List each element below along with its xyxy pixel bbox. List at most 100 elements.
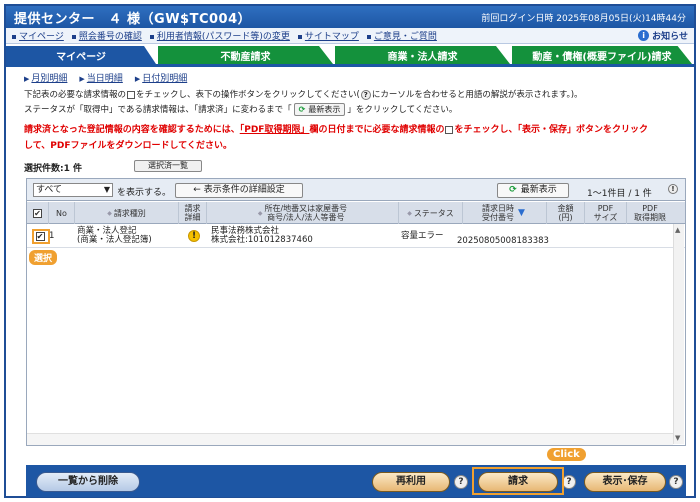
horizontal-scrollbar[interactable] — [27, 433, 673, 445]
request-list-panel: すべて ▼ を表示する。 ← 表示条件の詳細設定 ⟳ 最新表示 1〜1件目 / 1 … — [26, 178, 686, 446]
link-label: マイページ — [19, 32, 64, 42]
instruction-text: にカーソルを合わせると用語の解説が表示されます。)。 — [371, 90, 583, 100]
col-datetime[interactable]: 請求日時 受付番号 ▼ — [463, 202, 547, 224]
col-pdf-deadline: PDF 取得期限 — [634, 204, 666, 222]
link-mypage[interactable]: マイページ — [12, 29, 64, 42]
row-detail[interactable]: ! — [187, 224, 201, 248]
notice-link[interactable]: i お知らせ — [638, 29, 688, 42]
condition-settings-button[interactable]: ← 表示条件の詳細設定 — [175, 183, 303, 198]
info-icon: i — [638, 30, 650, 41]
help-icon[interactable]: ! — [668, 184, 678, 194]
refresh-icon: ⟳ — [509, 185, 517, 195]
link-bar: マイページ 照会番号の確認 利用者情報(パスワード等)の変更 サイトマップ ご意… — [6, 28, 694, 44]
help-icon[interactable]: ? — [454, 475, 468, 489]
row-location: 民事法務株式会社 株式会社:101012837460 — [211, 224, 397, 248]
action-bar: 一覧から削除 再利用 ? 請求 ? 表示･保存 ? — [26, 465, 686, 497]
instruction-text: 下記表の必要な請求情報の — [24, 90, 127, 100]
inline-refresh-label: 最新表示 — [308, 105, 341, 114]
row-pdf-size — [585, 224, 627, 248]
page-info: 1〜1件目 / 1 件 — [587, 189, 652, 199]
tab-commercial[interactable]: 商業・法人請求 — [335, 46, 510, 64]
help-icon: ? — [360, 89, 371, 100]
link-monthly[interactable]: 月別明細 — [24, 71, 67, 84]
row-datetime: 20250805008183383 — [457, 236, 549, 246]
col-amount: 金額 (円) — [547, 202, 585, 224]
checkbox-highlight — [32, 229, 50, 244]
col-pdf-size: PDF サイズ — [585, 202, 627, 224]
app-window: 提供センター ４ 様（GW$TC004） 前回ログイン日時 2025年08月05… — [4, 4, 696, 498]
sub-links: 月別明細 当日明細 日付別明細 — [24, 71, 199, 84]
link-reference-number[interactable]: 照会番号の確認 — [71, 29, 142, 42]
col-type-label: 請求種別 — [113, 208, 146, 218]
tab-mypage[interactable]: マイページ — [6, 46, 156, 64]
sort-desc-icon: ▼ — [518, 207, 525, 218]
bullet-icon — [149, 34, 154, 39]
warning-text: をチェックし、「表示・保存」ボタンをクリック — [454, 125, 648, 135]
col-status[interactable]: ◆ ステータス — [399, 202, 463, 224]
col-location-label: 所在/地番又は家屋番号 商号/法人/法人等番号 — [264, 204, 348, 222]
tab-real-estate[interactable]: 不動産請求 — [158, 46, 333, 64]
filter-suffix: を表示する。 — [117, 188, 172, 198]
col-detail: 請求 詳細 — [179, 202, 207, 224]
select-all-checkbox[interactable]: ✔ — [27, 202, 49, 224]
warning-line-1: 請求済となった登記情報の内容を確認するためには、「PDF取得期限」欄の日付までに… — [24, 122, 648, 135]
delete-from-list-button[interactable]: 一覧から削除 — [36, 472, 140, 492]
row-no: 1 — [49, 230, 55, 241]
bullet-icon — [71, 34, 76, 39]
list-toolbar: すべて ▼ を表示する。 ← 表示条件の詳細設定 ⟳ 最新表示 1〜1件目 / 1 … — [27, 179, 685, 201]
help-icon[interactable]: ? — [562, 475, 576, 489]
link-sitemap[interactable]: サイトマップ — [297, 29, 359, 42]
bullet-icon — [297, 34, 302, 39]
instruction-text: 」をクリックしてください。 — [347, 105, 458, 115]
scroll-down-icon[interactable]: ▼ — [675, 434, 680, 442]
col-datetime-label: 請求日時 受付番号 — [482, 204, 515, 222]
warning-line-2: して、PDFファイルをダウンロードしてください。 — [24, 141, 232, 151]
warning-text: 欄の日付までに必要な請求情報の — [309, 125, 445, 135]
col-no-label: No — [56, 208, 67, 218]
link-by-date[interactable]: 日付別明細 — [135, 71, 187, 84]
refresh-button[interactable]: ⟳ 最新表示 — [497, 183, 569, 198]
link-label: 利用者情報(パスワード等)の変更 — [156, 32, 290, 42]
bullet-icon — [366, 34, 371, 39]
table-header: ✔ No ◆ 請求種別 請求 詳細 ◆ 所在/地番又は家屋番号 商号/法人/法人等番… — [27, 202, 685, 224]
link-feedback[interactable]: ご意見・ご質問 — [366, 29, 437, 42]
instruction-text: ステータスが「取得中」である請求情報は、「請求済」に変わるまで「 — [24, 105, 292, 115]
col-type[interactable]: ◆ 請求種別 — [75, 202, 179, 224]
sort-icon: ◆ — [257, 209, 263, 217]
link-today[interactable]: 当日明細 — [79, 71, 123, 84]
instruction-line-2: ステータスが「取得中」である請求情報は、「請求済」に変わるまで「 ⟳ 最新表示 」をク… — [24, 103, 457, 116]
help-icon[interactable]: ? — [669, 475, 683, 489]
request-button-highlight — [472, 467, 564, 495]
row-type: 商業・法人登記 (商業・法人登記簿) — [77, 224, 179, 248]
checkbox-icon — [127, 90, 136, 99]
scroll-up-icon[interactable]: ▲ — [675, 226, 680, 234]
sort-icon: ◆ — [107, 209, 112, 217]
row-status: 容量エラー — [401, 230, 444, 241]
filter-select[interactable]: すべて ▼ — [33, 183, 113, 197]
click-annotation-badge: Click — [547, 448, 586, 461]
tab-movables[interactable]: 動産・債権(概要ファイル)請求 — [512, 46, 692, 64]
checkbox-icon — [445, 125, 454, 134]
selected-count: 選択件数:1 件 — [24, 164, 82, 174]
reuse-button[interactable]: 再利用 — [372, 472, 450, 492]
selected-list-button[interactable]: 選択済一覧 — [134, 160, 202, 172]
checkbox-icon: ✔ — [33, 208, 42, 218]
col-no[interactable]: No — [49, 202, 75, 224]
row-amount — [547, 224, 585, 248]
col-status-label: ステータス — [413, 208, 454, 218]
select-annotation-badge: 選択 — [29, 250, 58, 265]
tab-bar: マイページ 不動産請求 商業・法人請求 動産・債権(概要ファイル)請求 — [6, 46, 694, 64]
refresh-icon: ⟳ — [298, 105, 306, 114]
row-pdf-deadline — [627, 224, 673, 248]
inline-refresh-button: ⟳ 最新表示 — [293, 103, 346, 116]
col-location[interactable]: ◆ 所在/地番又は家屋番号 商号/法人/法人等番号 — [207, 202, 399, 224]
last-login: 前回ログイン日時 2025年08月05日(火)14時44分 — [481, 13, 686, 24]
vertical-scrollbar[interactable]: ▲ ▼ — [673, 224, 684, 444]
title-bar: 提供センター ４ 様（GW$TC004） 前回ログイン日時 2025年08月05… — [6, 6, 694, 28]
table-row[interactable]: ✔ 1 商業・法人登記 (商業・法人登記簿) ! 民事法務株式会社 株式会社:1… — [27, 224, 685, 248]
view-save-button[interactable]: 表示･保存 — [584, 472, 666, 492]
link-user-info[interactable]: 利用者情報(パスワード等)の変更 — [149, 29, 290, 42]
filter-value: すべて — [36, 185, 63, 195]
page-title: 提供センター ４ 様（GW$TC004） — [14, 11, 252, 27]
warning-icon: ! — [188, 230, 200, 242]
